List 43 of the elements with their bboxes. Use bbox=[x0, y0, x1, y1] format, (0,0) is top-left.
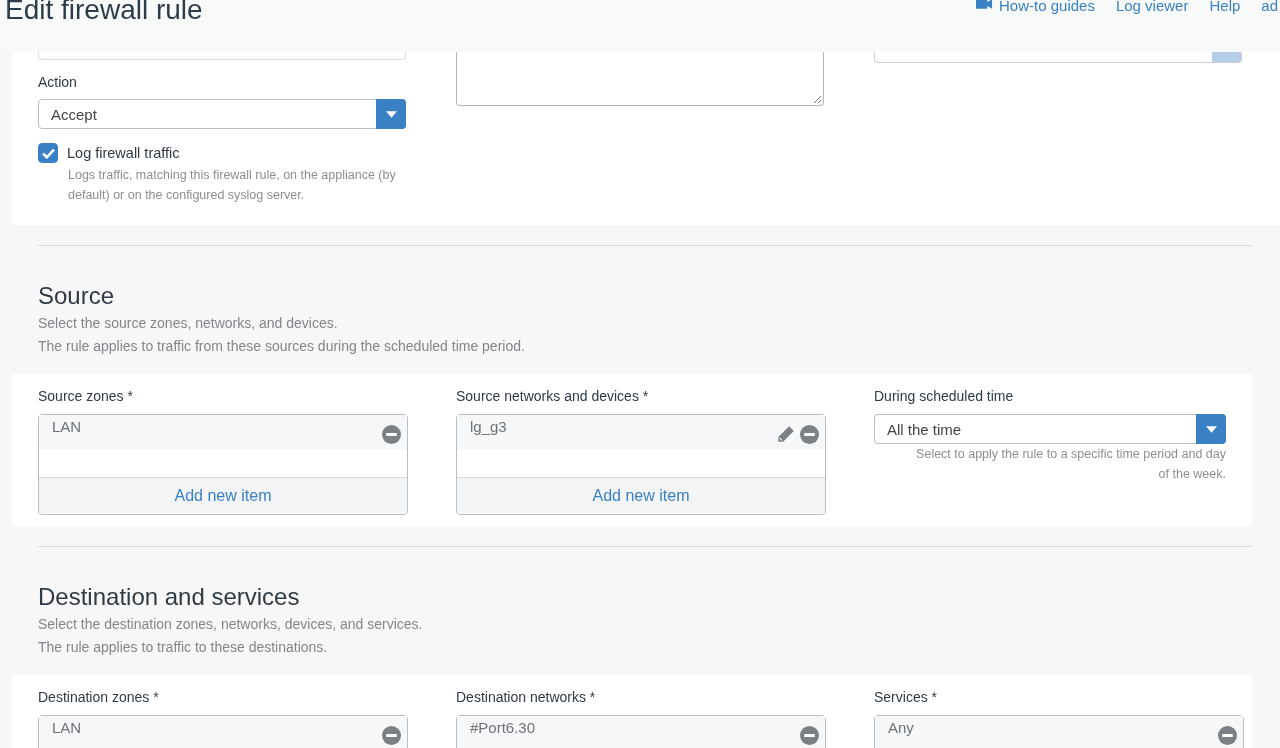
schedule-select[interactable]: All the time bbox=[874, 414, 1226, 444]
description-field[interactable] bbox=[456, 52, 824, 106]
field-label: Source networks and devices * bbox=[456, 388, 650, 406]
remove-icon[interactable] bbox=[800, 424, 819, 444]
field-label: Destination zones * bbox=[38, 689, 160, 707]
checkbox[interactable] bbox=[38, 143, 58, 163]
action-select[interactable]: Accept bbox=[38, 99, 406, 129]
list-item[interactable]: #Port6.30 bbox=[457, 716, 825, 748]
list-item[interactable]: LAN bbox=[39, 716, 407, 748]
help-text: Logs traffic, matching this firewall rule, on the appliance (by default) or on the configured syslog server. bbox=[67, 167, 397, 204]
resize-grip-icon[interactable] bbox=[813, 95, 821, 103]
section-title: Destination and services bbox=[38, 583, 301, 611]
header-link[interactable]: Log viewer bbox=[1115, 0, 1189, 52]
caret-icon bbox=[385, 110, 397, 118]
remove-icon[interactable] bbox=[382, 424, 401, 444]
section-description: The rule applies to traffic from these sources during the scheduled time period. bbox=[38, 337, 526, 356]
section-description: Select the source zones, networks, and devices. bbox=[38, 314, 339, 333]
remove-icon[interactable] bbox=[1218, 725, 1237, 745]
help-text: Select to apply the rule to a specific time period and day of the week. bbox=[915, 446, 1226, 483]
list-item[interactable]: Any bbox=[875, 716, 1243, 748]
field-label: Source zones * bbox=[38, 388, 134, 406]
section-title: Source bbox=[38, 282, 116, 310]
remove-icon[interactable] bbox=[800, 725, 819, 745]
field-label: Action bbox=[38, 74, 78, 92]
add-item-button[interactable]: Add new item bbox=[39, 477, 407, 513]
section-description: The rule applies to traffic to these destinations. bbox=[38, 638, 329, 657]
list-item[interactable]: LAN bbox=[39, 415, 407, 449]
list-item[interactable]: lg_g3 bbox=[457, 415, 825, 449]
header-link[interactable]: ad bbox=[1261, 0, 1278, 52]
caret-icon bbox=[1205, 425, 1217, 433]
add-item-button[interactable]: Add new item bbox=[457, 477, 825, 513]
field-label: Destination networks * bbox=[456, 689, 597, 707]
field-label: During scheduled time bbox=[874, 388, 1015, 406]
header-link[interactable]: Help bbox=[1209, 0, 1241, 52]
checkmark-icon bbox=[41, 147, 55, 159]
header-link[interactable]: How-to guides bbox=[976, 0, 1095, 52]
video-camera-icon bbox=[976, 0, 993, 10]
field-label: Services * bbox=[874, 689, 939, 707]
section-description: Select the destination zones, networks, devices, and services. bbox=[38, 615, 424, 634]
checkbox-label: Log firewall traffic bbox=[67, 145, 180, 161]
pencil-icon[interactable] bbox=[776, 424, 795, 444]
remove-icon[interactable] bbox=[382, 725, 401, 745]
name-field[interactable] bbox=[38, 52, 406, 60]
